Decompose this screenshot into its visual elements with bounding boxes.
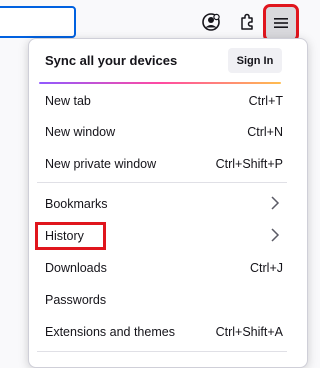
menu-item-shortcut: Ctrl+Shift+A <box>215 325 283 339</box>
menu-item-passwords[interactable]: Passwords <box>29 285 309 315</box>
account-icon <box>202 13 220 31</box>
chevron-right-icon <box>271 196 280 210</box>
menu-item-label: Extensions and themes <box>45 325 175 339</box>
address-bar[interactable] <box>0 6 76 38</box>
menu-item-label: Downloads <box>45 261 107 275</box>
sync-row: Sync all your devices Sign In <box>29 39 307 81</box>
menu-item-new-tab[interactable]: New tab Ctrl+T <box>29 86 309 116</box>
menu-item-shortcut: Ctrl+N <box>247 125 283 139</box>
sync-label: Sync all your devices <box>45 53 178 68</box>
sign-in-button[interactable]: Sign In <box>228 48 282 73</box>
menu-item-downloads[interactable]: Downloads Ctrl+J <box>29 253 309 283</box>
menu-item-label: New private window <box>45 157 157 171</box>
menu-item-shortcut: Ctrl+J <box>250 261 283 275</box>
menu-item-label: New tab <box>45 94 91 108</box>
menu-item-new-window[interactable]: New window Ctrl+N <box>29 117 309 147</box>
menu-separator <box>37 182 287 183</box>
sync-gradient-divider <box>39 82 281 84</box>
menu-item-label: New window <box>45 125 116 139</box>
history-highlight-annotation <box>35 222 106 250</box>
menu-item-label: Passwords <box>45 293 107 307</box>
chevron-right-icon <box>271 228 280 242</box>
menu-item-new-private-window[interactable]: New private window Ctrl+Shift+P <box>29 149 309 179</box>
menu-separator <box>37 351 287 352</box>
account-button[interactable] <box>196 7 226 37</box>
menu-item-label: Bookmarks <box>45 197 108 211</box>
menu-item-extensions-and-themes[interactable]: Extensions and themes Ctrl+Shift+A <box>29 317 309 347</box>
menu-item-bookmarks[interactable]: Bookmarks <box>29 189 309 219</box>
extensions-button[interactable] <box>232 7 262 37</box>
menu-item-shortcut: Ctrl+T <box>248 94 283 108</box>
menu-item-shortcut: Ctrl+Shift+P <box>215 157 283 171</box>
hamburger-menu-icon <box>274 18 288 28</box>
app-menu-panel: Sync all your devices Sign In New tab Ct… <box>28 38 308 368</box>
extensions-icon <box>241 13 253 30</box>
app-menu-button[interactable] <box>263 4 299 42</box>
